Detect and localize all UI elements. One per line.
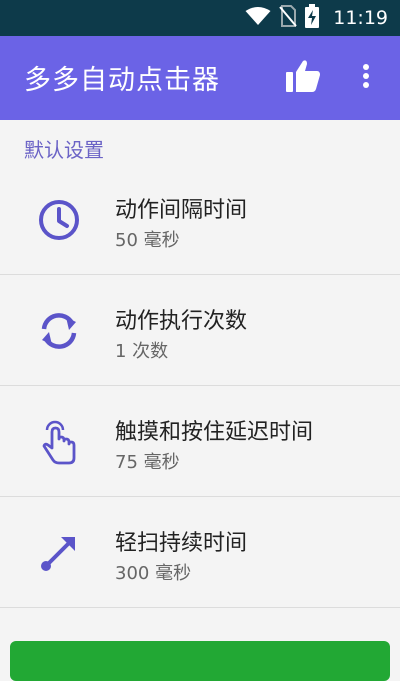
- settings-list: 动作间隔时间 50 毫秒 动作执行次数 1 次数 触摸和按住延迟时间 75 毫秒: [0, 164, 400, 608]
- touch-icon: [36, 419, 82, 465]
- battery-charging-icon: [305, 4, 320, 32]
- setting-title: 轻扫持续时间: [115, 531, 248, 556]
- no-sim-icon: [279, 5, 297, 31]
- status-bar: 11:19: [0, 0, 400, 36]
- app-title: 多多自动点击器: [24, 65, 220, 96]
- thumbs-up-icon: [285, 59, 321, 97]
- thumbs-up-button[interactable]: [283, 58, 323, 98]
- setting-repeat-count[interactable]: 动作执行次数 1 次数: [0, 275, 400, 386]
- setting-action-interval[interactable]: 动作间隔时间 50 毫秒: [0, 164, 400, 275]
- setting-title: 触摸和按住延迟时间: [115, 420, 314, 445]
- clock-icon: [36, 197, 82, 243]
- status-time: 11:19: [333, 7, 388, 29]
- setting-title: 动作间隔时间: [115, 198, 248, 223]
- more-options-button[interactable]: [354, 58, 378, 98]
- status-icons: 11:19: [245, 0, 388, 36]
- setting-title: 动作执行次数: [115, 309, 248, 334]
- setting-value: 1 次数: [115, 341, 169, 362]
- setting-value: 50 毫秒: [115, 230, 180, 251]
- swipe-arrow-icon: [36, 530, 82, 576]
- section-title: 默认设置: [24, 138, 104, 162]
- sync-icon: [36, 308, 82, 354]
- setting-value: 300 毫秒: [115, 563, 192, 584]
- setting-value: 75 毫秒: [115, 452, 180, 473]
- wifi-icon: [245, 6, 271, 30]
- start-button[interactable]: [10, 641, 390, 681]
- setting-touch-hold-delay[interactable]: 触摸和按住延迟时间 75 毫秒: [0, 386, 400, 497]
- more-vert-icon: [362, 63, 370, 93]
- setting-swipe-duration[interactable]: 轻扫持续时间 300 毫秒: [0, 497, 400, 608]
- app-bar: 多多自动点击器: [0, 36, 400, 120]
